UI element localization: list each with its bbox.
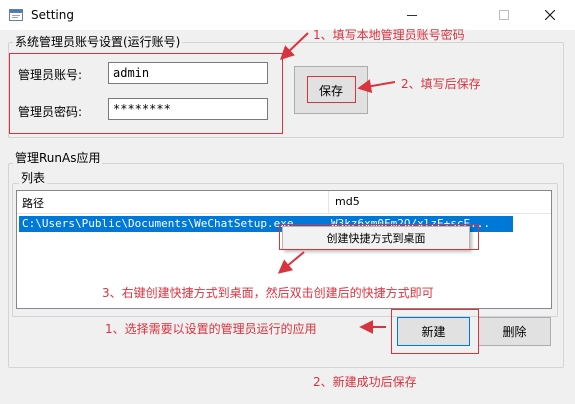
admin-account-group-legend: 系统管理员账号设置(运行账号) bbox=[13, 35, 183, 49]
annotation-note-create-shortcut: 3、右键创建快捷方式到桌面，然后双击创建后的快捷方式即可 bbox=[102, 286, 434, 300]
list-group-legend: 列表 bbox=[19, 171, 48, 185]
maximize-icon bbox=[499, 10, 509, 20]
annotation-note-fill-credentials: 1、填写本地管理员账号密码 bbox=[313, 28, 465, 42]
annotation-note-save-after-new: 2、新建成功后保存 bbox=[313, 375, 417, 389]
delete-button[interactable]: 删除 bbox=[478, 317, 551, 346]
annotation-box-new bbox=[391, 309, 479, 354]
annotation-box-context-menu bbox=[279, 224, 479, 250]
annotation-note-select-app: 1、选择需要以设置的管理员运行的应用 bbox=[105, 322, 317, 336]
column-header-md5[interactable]: md5 bbox=[335, 195, 360, 208]
list-header: 路径 md5 bbox=[17, 191, 551, 214]
column-separator[interactable] bbox=[328, 191, 329, 213]
runas-group-legend: 管理RunAs应用 bbox=[13, 151, 103, 165]
maximize-button[interactable] bbox=[481, 0, 527, 30]
annotation-box-save bbox=[307, 76, 356, 103]
window-title: Setting bbox=[31, 8, 74, 22]
app-icon bbox=[9, 8, 23, 22]
annotation-note-save: 2、填写后保存 bbox=[401, 77, 481, 91]
close-button[interactable] bbox=[527, 0, 573, 30]
row-path-cell: C:\Users\Public\Documents\WeChatSetup.ex… bbox=[22, 217, 294, 230]
column-header-path[interactable]: 路径 bbox=[22, 195, 44, 211]
minimize-icon bbox=[407, 10, 417, 20]
annotation-box-credentials bbox=[9, 53, 283, 134]
close-icon bbox=[545, 10, 555, 20]
